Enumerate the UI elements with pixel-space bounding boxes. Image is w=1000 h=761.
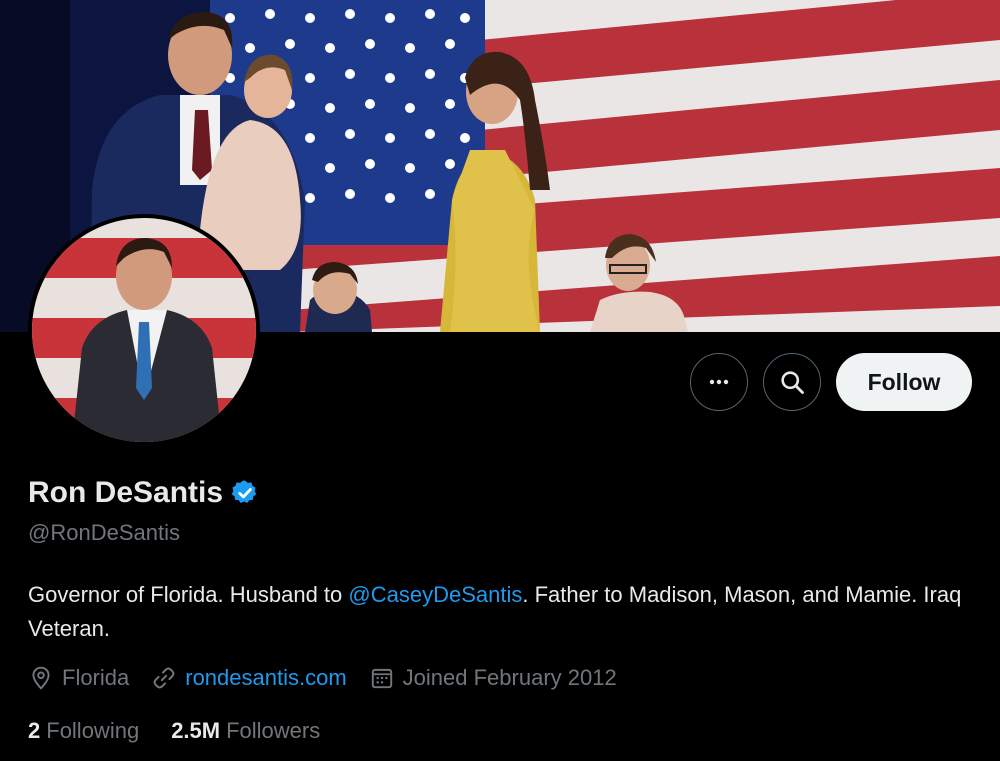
website-link[interactable]: rondesantis.com — [185, 665, 346, 691]
more-options-button[interactable] — [690, 353, 748, 411]
website-item[interactable]: rondesantis.com — [151, 665, 347, 691]
followers-count: 2.5M — [171, 718, 221, 743]
calendar-icon — [371, 668, 392, 689]
location-text: Florida — [62, 665, 130, 690]
following-stat[interactable]: 2 Following — [28, 718, 139, 744]
joined-item: Joined February 2012 — [369, 665, 617, 691]
profile-meta: Florida rondesantis.com Joined February … — [28, 665, 639, 691]
profile-name-row: Ron DeSantis — [28, 476, 259, 510]
profile-handle: @RonDeSantis — [28, 520, 180, 545]
more-options-icon — [709, 379, 729, 385]
bio-text-start: Governor of Florida. Husband to — [28, 582, 349, 607]
bio-mention-link[interactable]: @CaseyDeSantis — [348, 582, 522, 607]
search-profile-button[interactable] — [763, 353, 821, 411]
followers-label: Followers — [226, 718, 321, 743]
location-item: Florida — [28, 665, 129, 691]
following-count: 2 — [28, 718, 41, 743]
display-name: Ron DeSantis — [28, 476, 224, 509]
location-pin-icon — [32, 666, 50, 690]
joined-text: Joined February 2012 — [402, 665, 617, 690]
verified-badge-icon[interactable] — [231, 479, 259, 507]
follow-button[interactable]: Follow — [836, 353, 972, 411]
avatar-photo — [32, 218, 256, 442]
followers-stat[interactable]: 2.5M Followers — [171, 718, 320, 744]
profile-avatar[interactable] — [28, 214, 260, 446]
link-icon — [153, 667, 175, 689]
profile-bio: Governor of Florida. Husband to @CaseyDe… — [28, 578, 978, 646]
search-icon — [781, 371, 804, 394]
profile-stats: 2 Following 2.5M Followers — [28, 718, 352, 744]
following-label: Following — [46, 718, 140, 743]
